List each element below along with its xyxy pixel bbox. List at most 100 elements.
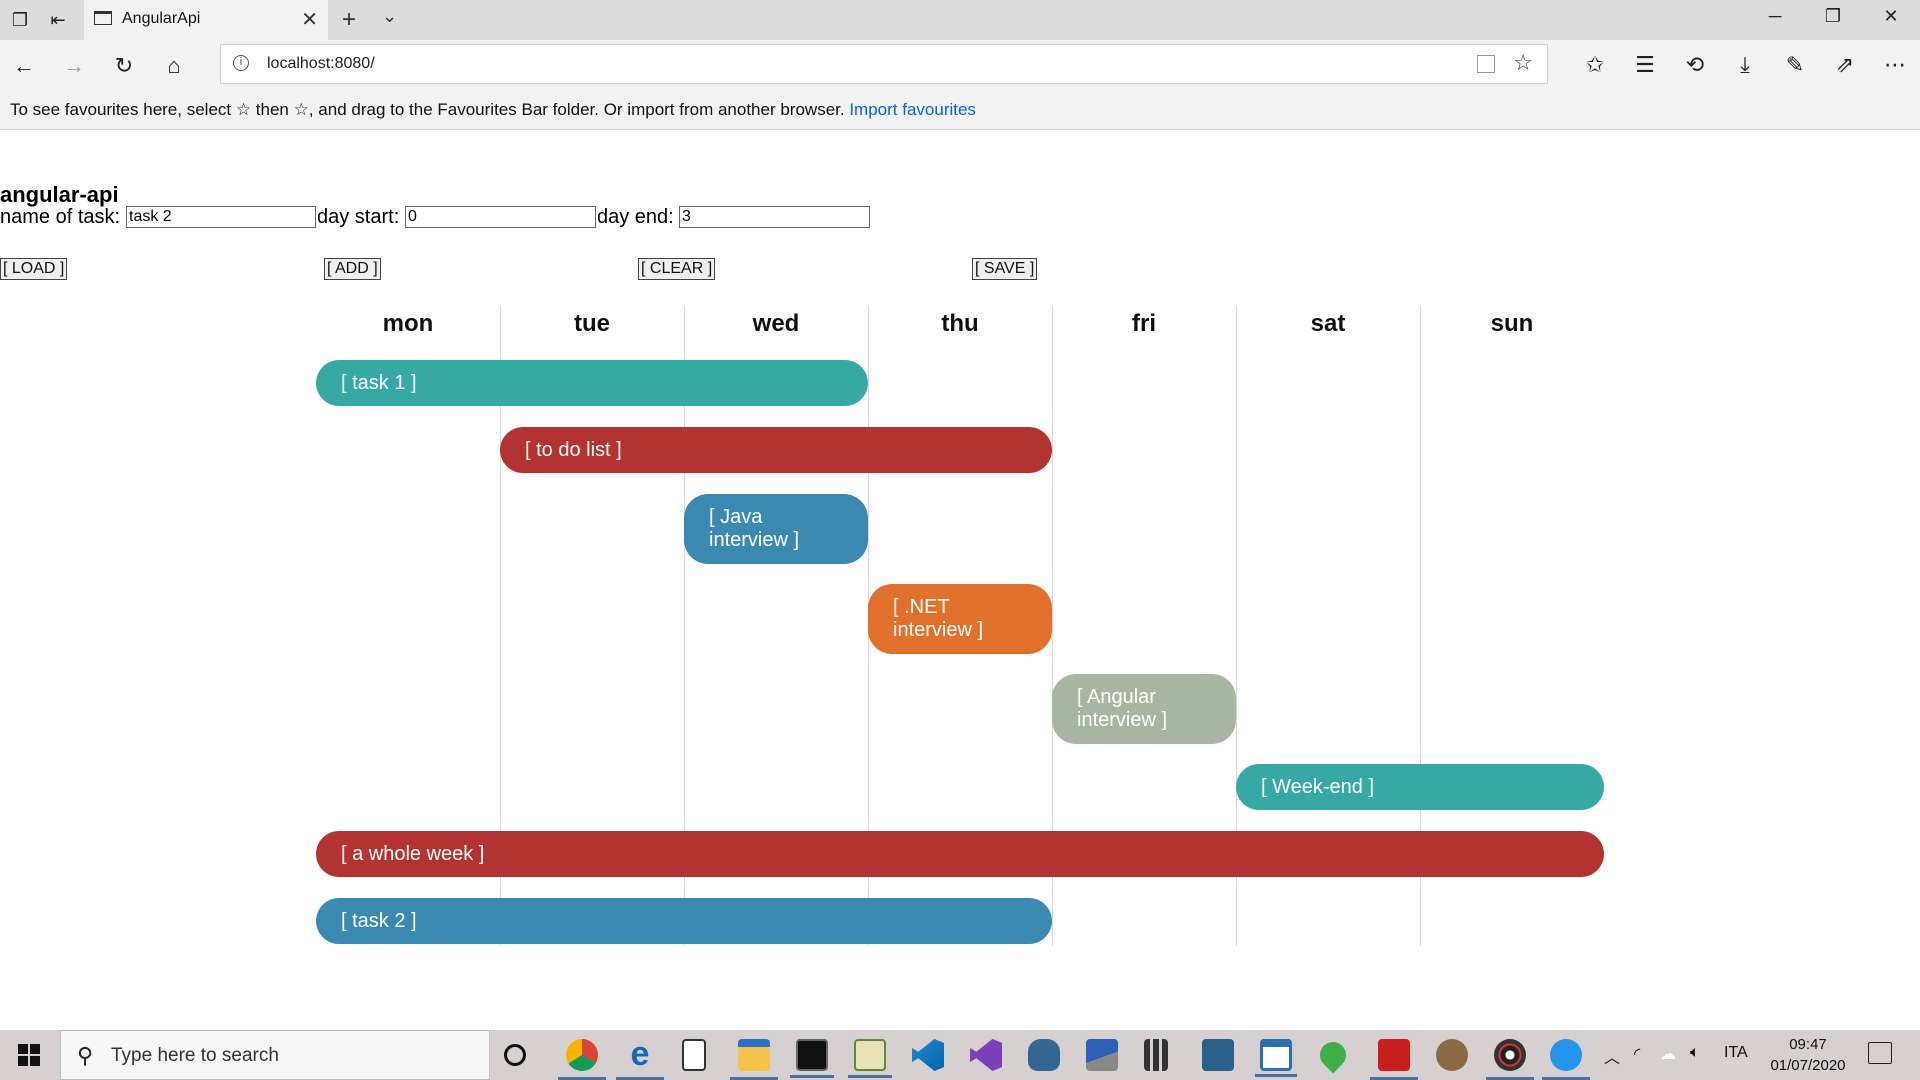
favourites-message: To see favourites here, select ☆ then ☆,…: [10, 100, 976, 120]
tab-preview-chevron-icon[interactable]: ⌄: [382, 6, 397, 27]
minimize-icon[interactable]: ─: [1752, 6, 1798, 27]
share-icon[interactable]: ⇗: [1830, 50, 1860, 80]
downloads-icon[interactable]: ⤓: [1730, 50, 1760, 80]
day-end-input[interactable]: [679, 206, 870, 228]
cortana-icon[interactable]: [504, 1044, 526, 1066]
clear-button[interactable]: [ CLEAR ]: [638, 258, 716, 280]
day-header-wed: wed: [752, 310, 800, 337]
restore-icon[interactable]: ❐: [1810, 6, 1856, 27]
day-end-label: day end:: [597, 206, 674, 228]
back-icon[interactable]: ←: [10, 52, 38, 80]
file-icon[interactable]: [682, 1039, 706, 1071]
terminal-icon[interactable]: [790, 1039, 834, 1078]
task-bar[interactable]: [ Angular interview ]: [1052, 674, 1236, 744]
gimp-icon[interactable]: [1436, 1039, 1468, 1071]
calculator-icon[interactable]: [1144, 1039, 1168, 1071]
day-start-label: day start:: [317, 206, 400, 228]
taskbar-search[interactable]: ⚲ Type here to search: [60, 1030, 490, 1080]
web-note-icon[interactable]: ✎: [1780, 50, 1810, 80]
clock-time: 09:47: [1789, 1036, 1827, 1053]
task-bar[interactable]: [ to do list ]: [500, 427, 1052, 473]
day-header-thu: thu: [941, 310, 979, 337]
clock-date: 01/07/2020: [1770, 1057, 1846, 1074]
wifi-icon[interactable]: ◜: [1634, 1044, 1640, 1064]
load-button[interactable]: [ LOAD ]: [0, 258, 68, 280]
windows-taskbar: ⚲ Type here to search e ︿ ◜ ☁ 🔈︎ ITA 09:…: [0, 1030, 1920, 1080]
favourites-message-text: To see favourites here, select ☆ then ☆,…: [10, 100, 850, 119]
reading-view-icon[interactable]: [1477, 55, 1495, 73]
media-player-icon[interactable]: [1486, 1039, 1534, 1080]
task-label: [ task 1 ]: [341, 371, 417, 394]
task-label: [ a whole week ]: [341, 842, 485, 865]
search-placeholder: Type here to search: [111, 1045, 279, 1066]
acrobat-icon[interactable]: [1370, 1039, 1418, 1080]
location-app-icon[interactable]: [1314, 1036, 1352, 1074]
window-app-icon[interactable]: [1255, 1039, 1297, 1077]
edge-icon[interactable]: e: [616, 1037, 664, 1080]
import-favourites-link[interactable]: Import favourites: [849, 100, 976, 119]
action-center-icon[interactable]: [1868, 1042, 1892, 1064]
start-windows-icon[interactable]: [18, 1044, 40, 1066]
task-bar[interactable]: [ Java interview ]: [684, 494, 868, 564]
task-name-input[interactable]: [126, 206, 316, 228]
forward-icon[interactable]: →: [60, 52, 88, 80]
browser-tab[interactable]: AngularApi ✕: [84, 0, 328, 40]
vscode-icon[interactable]: [912, 1039, 944, 1071]
new-tab-icon[interactable]: +: [342, 6, 356, 34]
url-text[interactable]: localhost:8080/: [267, 55, 375, 73]
favourites-bar: To see favourites here, select ☆ then ☆,…: [0, 90, 1920, 130]
day-header-tue: tue: [574, 310, 610, 337]
task-label: [ Java interview ]: [709, 506, 800, 551]
task-bar[interactable]: [ a whole week ]: [316, 831, 1604, 877]
show-hidden-icons-icon[interactable]: ︿: [1604, 1044, 1620, 1068]
favourites-icon[interactable]: ✩: [1580, 50, 1610, 80]
task-label: [ .NET interview ]: [893, 596, 984, 641]
home-icon[interactable]: ⌂: [160, 52, 188, 80]
more-options-icon[interactable]: ⋯: [1880, 50, 1910, 80]
mysql-workbench-icon[interactable]: [1202, 1039, 1234, 1071]
set-aside-tabs-icon[interactable]: ⇤: [46, 8, 70, 32]
task-bar[interactable]: [ .NET interview ]: [868, 584, 1052, 654]
day-start-input[interactable]: [405, 206, 596, 228]
language-indicator[interactable]: ITA: [1724, 1044, 1748, 1062]
file-explorer-icon[interactable]: [730, 1039, 778, 1080]
docker-icon[interactable]: [1542, 1039, 1590, 1080]
task-bar[interactable]: [ Week-end ]: [1236, 764, 1604, 810]
close-tab-icon[interactable]: ✕: [301, 7, 318, 32]
search-icon: ⚲: [77, 1043, 94, 1068]
taskbar-clock[interactable]: 09:47 01/07/2020: [1764, 1034, 1852, 1076]
remote-desktop-icon[interactable]: [1086, 1039, 1118, 1071]
task-label: [ Angular interview ]: [1077, 686, 1168, 731]
page-icon: [94, 11, 112, 25]
tab-title: AngularApi: [122, 10, 201, 27]
navigation-bar: ← → ↻ ⌂ i localhost:8080/ ☆ ✩ ☰ ⟲ ⤓ ✎ ⇗ …: [0, 40, 1920, 90]
task-label: [ to do list ]: [525, 438, 622, 461]
chart-app-icon[interactable]: [848, 1039, 892, 1078]
day-header-mon: mon: [382, 310, 434, 337]
tab-actions-icon[interactable]: ❐: [8, 8, 32, 32]
task-name-label: name of task:: [0, 206, 121, 228]
task-bar[interactable]: [ task 2 ]: [316, 898, 1052, 944]
chrome-icon[interactable]: [558, 1039, 606, 1080]
day-header-sat: sat: [1310, 310, 1346, 337]
day-header-fri: fri: [1132, 310, 1156, 337]
site-info-icon[interactable]: i: [233, 55, 249, 71]
address-bar[interactable]: i localhost:8080/ ☆: [220, 44, 1548, 84]
refresh-icon[interactable]: ↻: [110, 52, 138, 80]
add-button[interactable]: [ ADD ]: [324, 258, 381, 280]
page-content: angular-api name of task: day start: day…: [0, 130, 1920, 1030]
postgres-icon[interactable]: [1028, 1039, 1060, 1071]
task-label: [ task 2 ]: [341, 909, 417, 932]
task-bar[interactable]: [ task 1 ]: [316, 360, 868, 406]
save-button[interactable]: [ SAVE ]: [972, 258, 1038, 280]
history-icon[interactable]: ⟲: [1680, 50, 1710, 80]
close-window-icon[interactable]: ✕: [1868, 6, 1914, 27]
add-favourite-star-icon[interactable]: ☆: [1513, 50, 1533, 76]
visual-studio-icon[interactable]: [970, 1039, 1002, 1071]
onedrive-icon[interactable]: ☁: [1660, 1044, 1676, 1064]
volume-icon[interactable]: 🔈︎: [1690, 1044, 1700, 1062]
app-title: angular-api: [0, 182, 119, 207]
reading-list-icon[interactable]: ☰: [1630, 50, 1660, 80]
task-label: [ Week-end ]: [1261, 775, 1375, 798]
browser-titlebar: ❐ ⇤ AngularApi ✕ + ⌄ ─ ❐ ✕: [0, 0, 1920, 40]
